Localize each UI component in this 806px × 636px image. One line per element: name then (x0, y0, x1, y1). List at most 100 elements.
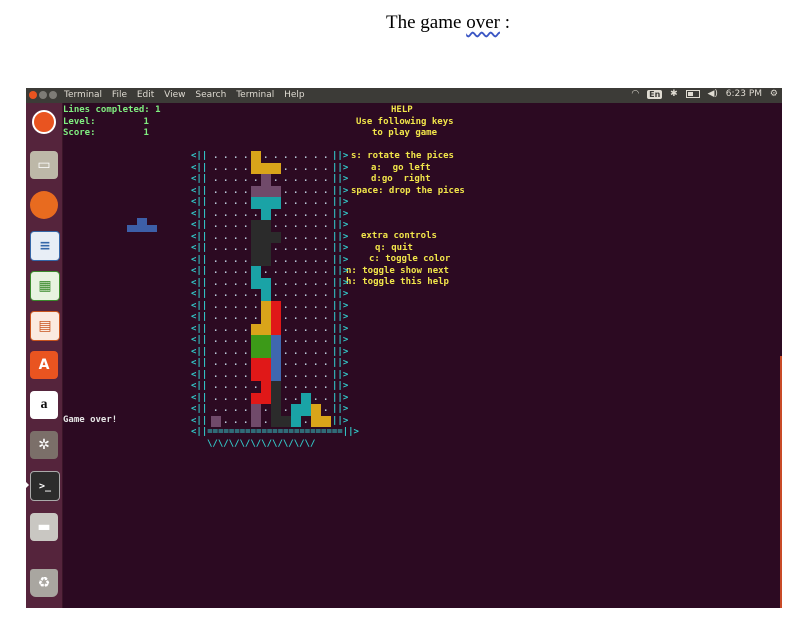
board-empty-cell: . (323, 208, 329, 219)
board-empty-cell: . (253, 381, 259, 391)
menu-view[interactable]: View (164, 90, 185, 100)
board-empty-cell: . (213, 174, 219, 184)
board-block (261, 369, 271, 381)
board-empty-cell: . (293, 174, 299, 184)
ubuntu-logo-icon[interactable] (32, 110, 56, 134)
board-left-wall: <|| (191, 208, 208, 219)
board-empty-cell: . (293, 323, 299, 334)
board-empty-cell: . (233, 289, 239, 299)
board-empty-cell: . (303, 266, 309, 276)
board-block (261, 358, 271, 370)
board-right-wall: ||> (332, 151, 349, 161)
menu-edit[interactable]: Edit (137, 90, 154, 100)
wifi-icon[interactable]: ◠ (631, 89, 639, 99)
board-empty-cell: . (233, 335, 239, 345)
menu-search[interactable]: Search (195, 90, 226, 100)
board-block (271, 300, 281, 312)
board-empty-cell: . (303, 312, 309, 322)
trash-icon[interactable]: ♻ (30, 569, 58, 597)
board-left-wall: <|| (191, 185, 208, 196)
board-right-wall: ||> (332, 346, 349, 357)
board-block (261, 392, 271, 404)
board-empty-cell: . (303, 300, 309, 311)
board-empty-cell: . (223, 185, 229, 196)
board-empty-cell: . (323, 346, 329, 357)
board-empty-cell: . (323, 266, 329, 276)
terminal-window[interactable]: Lines completed: 1 Level: 1 Score: 1 Game … (63, 103, 782, 608)
board-right-wall: ||> (332, 208, 349, 219)
system-settings-icon[interactable]: ✲ (30, 431, 58, 459)
board-left-wall: <|| (191, 335, 208, 345)
board-empty-cell: . (313, 174, 319, 184)
terminal-icon[interactable]: >_ (30, 471, 60, 501)
board-empty-cell: . (223, 369, 229, 380)
board-block (261, 335, 271, 347)
maximize-window-button[interactable] (49, 91, 57, 99)
keyboard-layout-indicator[interactable]: En (647, 89, 663, 99)
board-empty-cell: . (303, 185, 309, 196)
amazon-icon[interactable]: a (30, 391, 58, 419)
volume-icon[interactable]: ◀) (707, 89, 717, 99)
close-window-button[interactable] (29, 91, 37, 99)
board-empty-cell: . (293, 300, 299, 311)
level-row: Level: 1 (63, 117, 149, 129)
board-empty-cell: . (323, 335, 329, 345)
writer-icon[interactable]: ≡ (30, 231, 60, 261)
board-left-wall: <|| (191, 323, 208, 334)
board-empty-cell: . (253, 289, 259, 299)
board-empty-cell: . (313, 197, 319, 207)
menu-app-title[interactable]: Terminal (64, 90, 102, 100)
next-piece-block (127, 225, 137, 232)
board-left-wall: <|| (191, 151, 208, 161)
board-empty-cell: . (323, 312, 329, 322)
board-block (261, 208, 271, 220)
board-block (261, 231, 271, 243)
impress-icon[interactable]: ▤ (30, 311, 60, 341)
board-empty-cell: . (283, 266, 289, 276)
board-right-wall: ||> (332, 185, 349, 196)
scrollbar[interactable] (780, 356, 782, 608)
board-empty-cell: . (323, 174, 329, 184)
board-empty-cell: . (243, 404, 249, 414)
board-block (261, 220, 271, 232)
minimize-window-button[interactable] (39, 91, 47, 99)
board-empty-cell: . (313, 162, 319, 173)
board-empty-cell: . (313, 277, 319, 288)
board-empty-cell: . (243, 197, 249, 207)
board-empty-cell: . (253, 208, 259, 219)
firefox-icon[interactable] (30, 191, 58, 219)
board-empty-cell: . (273, 151, 279, 161)
menu-help[interactable]: Help (284, 90, 305, 100)
software-center-icon[interactable]: A (30, 351, 58, 379)
board-empty-cell: . (323, 162, 329, 173)
clock[interactable]: 6:23 PM (726, 89, 762, 99)
board-empty-cell: . (323, 381, 329, 391)
gear-icon[interactable]: ⚙ (770, 89, 778, 99)
help-left: a: go left (371, 162, 431, 173)
level-value: 1 (143, 116, 149, 127)
board-empty-cell: . (323, 404, 329, 414)
board-empty-cell: . (303, 277, 309, 288)
bluetooth-icon[interactable]: ✱ (670, 89, 678, 99)
calc-icon[interactable]: ▦ (30, 271, 60, 301)
board-empty-cell: . (323, 369, 329, 380)
board-empty-cell: . (213, 312, 219, 322)
board-empty-cell: . (313, 381, 319, 391)
board-empty-cell: . (243, 254, 249, 265)
lines-value: 1 (155, 105, 161, 115)
board-empty-cell: . (293, 277, 299, 288)
menu-file[interactable]: File (112, 90, 127, 100)
active-app-arrow (26, 481, 29, 489)
board-block (251, 162, 261, 174)
drive-icon[interactable]: ▬ (30, 513, 58, 541)
board-empty-cell: . (303, 208, 309, 219)
board-empty-cell: . (323, 254, 329, 265)
files-icon[interactable]: ▭ (30, 151, 58, 179)
board-empty-cell: . (293, 151, 299, 161)
menu-terminal[interactable]: Terminal (236, 90, 274, 100)
battery-icon[interactable] (685, 90, 700, 98)
board-left-wall: <|| (191, 289, 208, 299)
app-menu-bar: Terminal File Edit View Search Terminal … (64, 90, 312, 100)
board-right-wall: ||> (332, 381, 349, 391)
board-empty-cell: . (313, 151, 319, 161)
